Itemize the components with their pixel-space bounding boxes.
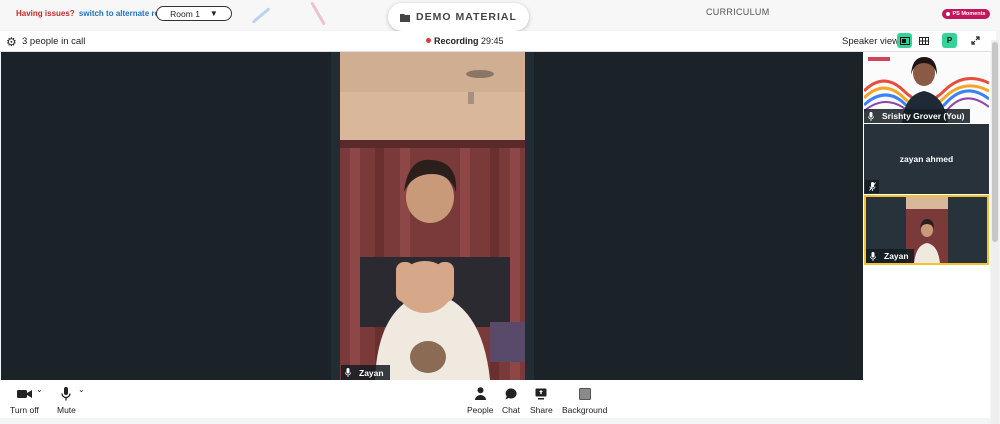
mic-off-icon (865, 180, 879, 193)
bottom-controls: Turn off ⌄ Mute ⌄ People Chat Share Back… (0, 380, 990, 418)
share-label: Share (530, 405, 553, 415)
main-video-feed: Zayan (340, 52, 525, 380)
recording-time: 29:45 (481, 36, 504, 46)
people-count: 3 people in call (22, 36, 86, 47)
main-video-name-tag: Zayan (341, 365, 390, 380)
mute-label: Mute (57, 405, 76, 415)
issues-label: Having issues? (16, 9, 75, 18)
mic-icon (868, 111, 874, 121)
speaker-view-label: Speaker view (842, 36, 900, 47)
mic-icon (870, 251, 876, 261)
tile-participant-name: zayan ahmed (899, 154, 954, 164)
decor-line (251, 7, 271, 24)
folder-icon (400, 13, 411, 22)
participant-video-image (340, 52, 525, 380)
tab-demo-material-label: DEMO MATERIAL (416, 11, 517, 23)
tile-name-tag: Zayan (866, 249, 914, 263)
turn-off-camera-button[interactable]: Turn off (10, 385, 39, 415)
background-button[interactable]: Background (562, 385, 607, 415)
share-button[interactable]: Share (530, 385, 553, 415)
grid-icon (918, 36, 929, 45)
tab-demo-material[interactable]: DEMO MATERIAL (388, 3, 529, 31)
recording-label: Recording (434, 36, 479, 46)
tab-curriculum[interactable]: CURRICULUM (706, 7, 770, 17)
call-toolbar: ⚙ 3 people in call Recording 29:45 Speak… (0, 31, 996, 52)
tile-name-tag: Srishty Grover (You) (864, 109, 970, 123)
camera-icon (946, 12, 951, 16)
tile-participant-name: Srishty Grover (You) (882, 111, 965, 121)
share-screen-icon (535, 388, 547, 399)
gear-icon[interactable]: ⚙ (6, 35, 17, 49)
main-video-participant-name: Zayan (359, 367, 384, 378)
room-select[interactable]: Room 1 ▼ (156, 6, 232, 21)
chat-label: Chat (502, 405, 520, 415)
caret-down-icon: ▼ (209, 9, 218, 18)
microphone-icon (61, 386, 72, 400)
expand-icon[interactable] (968, 33, 983, 48)
tile-participant-name: Zayan (884, 251, 909, 261)
recording-status: Recording 29:45 (426, 36, 504, 46)
speaker-layout-icon (899, 36, 910, 45)
top-bar: Having issues? switch to alternate room … (0, 0, 1000, 31)
recording-dot-icon (426, 38, 431, 43)
main-video-column: Zayan (331, 52, 534, 380)
chat-bubble-icon (505, 387, 517, 399)
mic-icon (345, 368, 351, 377)
participant-tile-zayan-ahmed[interactable]: zayan ahmed (864, 124, 989, 194)
turn-off-label: Turn off (10, 405, 39, 415)
room-select-value: Room 1 (170, 8, 200, 19)
decor-line (310, 1, 326, 26)
main-stage: Zayan (1, 52, 863, 380)
participant-sidebar: Srishty Grover (You) zayan ahmed Zayan (863, 52, 990, 380)
participant-tile-zayan[interactable]: Zayan (864, 195, 989, 265)
background-icon (578, 387, 591, 400)
ps-moments-label: PS Moments (952, 11, 986, 17)
background-label: Background (562, 405, 608, 415)
grid-view-button[interactable] (916, 33, 931, 48)
people-label: People (467, 405, 494, 415)
chat-button[interactable]: Chat (502, 385, 520, 415)
ps-moments-button[interactable]: PS Moments (942, 9, 990, 19)
video-camera-icon (16, 389, 32, 398)
scrollbar-thumb[interactable] (992, 42, 998, 242)
chevron-down-icon[interactable]: ⌄ (78, 385, 85, 394)
speaker-view-button[interactable] (897, 33, 912, 48)
chevron-down-icon[interactable]: ⌄ (36, 385, 43, 394)
participant-tile-self[interactable]: Srishty Grover (You) (864, 53, 989, 123)
p-button[interactable]: P (942, 33, 957, 48)
mute-button[interactable]: Mute (57, 385, 76, 415)
people-button[interactable]: People (467, 385, 493, 415)
issues-notice: Having issues? switch to alternate room (16, 9, 171, 18)
person-icon (474, 387, 486, 400)
page-scrollbar[interactable] (991, 40, 999, 424)
